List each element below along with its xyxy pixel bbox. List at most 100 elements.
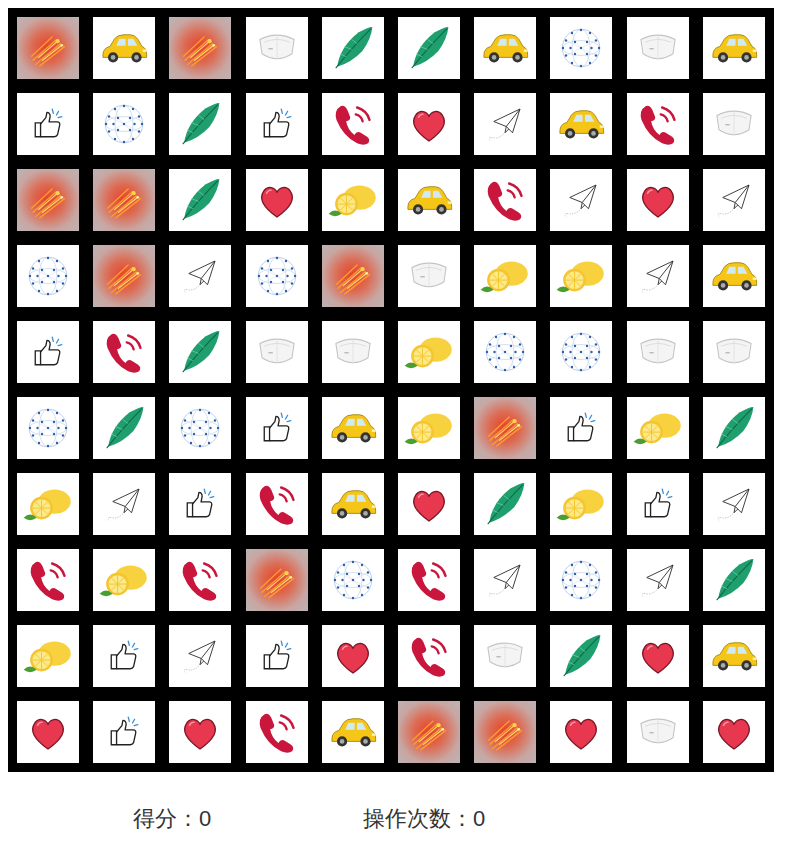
board-tile[interactable] bbox=[550, 245, 612, 307]
board-tile[interactable] bbox=[703, 245, 765, 307]
board-tile[interactable] bbox=[398, 93, 460, 155]
board-tile[interactable] bbox=[246, 549, 308, 611]
board-tile[interactable] bbox=[322, 473, 384, 535]
board-tile[interactable] bbox=[246, 169, 308, 231]
board-tile[interactable] bbox=[322, 549, 384, 611]
board-tile[interactable] bbox=[398, 321, 460, 383]
board-tile[interactable] bbox=[398, 245, 460, 307]
board-tile[interactable] bbox=[627, 701, 689, 763]
board-tile[interactable] bbox=[474, 397, 536, 459]
board-tile[interactable] bbox=[93, 17, 155, 79]
board-tile[interactable] bbox=[169, 397, 231, 459]
board-tile[interactable] bbox=[474, 549, 536, 611]
board-tile[interactable] bbox=[169, 169, 231, 231]
board-tile[interactable] bbox=[550, 549, 612, 611]
board-tile[interactable] bbox=[474, 701, 536, 763]
board-tile[interactable] bbox=[627, 397, 689, 459]
board-tile[interactable] bbox=[17, 169, 79, 231]
board-tile[interactable] bbox=[703, 625, 765, 687]
board-tile[interactable] bbox=[93, 93, 155, 155]
board-tile[interactable] bbox=[169, 93, 231, 155]
board-tile[interactable] bbox=[703, 549, 765, 611]
board-tile[interactable] bbox=[93, 549, 155, 611]
board-tile[interactable] bbox=[93, 397, 155, 459]
board-tile[interactable] bbox=[322, 701, 384, 763]
board-tile[interactable] bbox=[703, 93, 765, 155]
board-tile[interactable] bbox=[703, 321, 765, 383]
board-tile[interactable] bbox=[17, 245, 79, 307]
board-tile[interactable] bbox=[17, 473, 79, 535]
board-tile[interactable] bbox=[398, 701, 460, 763]
board-tile[interactable] bbox=[246, 701, 308, 763]
board-tile[interactable] bbox=[398, 169, 460, 231]
board-tile[interactable] bbox=[322, 397, 384, 459]
board-tile[interactable] bbox=[322, 625, 384, 687]
board-tile[interactable] bbox=[246, 93, 308, 155]
board-tile[interactable] bbox=[627, 625, 689, 687]
board-tile[interactable] bbox=[398, 473, 460, 535]
board-tile[interactable] bbox=[17, 17, 79, 79]
board-tile[interactable] bbox=[17, 701, 79, 763]
board-tile[interactable] bbox=[550, 701, 612, 763]
board-tile[interactable] bbox=[246, 625, 308, 687]
board-tile[interactable] bbox=[550, 625, 612, 687]
board-tile[interactable] bbox=[703, 701, 765, 763]
board-tile[interactable] bbox=[627, 321, 689, 383]
board-tile[interactable] bbox=[474, 17, 536, 79]
board-tile[interactable] bbox=[550, 17, 612, 79]
board-tile[interactable] bbox=[17, 93, 79, 155]
board-tile[interactable] bbox=[627, 549, 689, 611]
board-tile[interactable] bbox=[550, 321, 612, 383]
board-tile[interactable] bbox=[246, 245, 308, 307]
board-tile[interactable] bbox=[17, 625, 79, 687]
board-tile[interactable] bbox=[246, 397, 308, 459]
board-tile[interactable] bbox=[169, 245, 231, 307]
board-tile[interactable] bbox=[93, 245, 155, 307]
board-tile[interactable] bbox=[17, 549, 79, 611]
board-tile[interactable] bbox=[169, 549, 231, 611]
board-tile[interactable] bbox=[703, 397, 765, 459]
board-tile[interactable] bbox=[322, 169, 384, 231]
board-tile[interactable] bbox=[550, 397, 612, 459]
board-tile[interactable] bbox=[550, 93, 612, 155]
board-tile[interactable] bbox=[17, 397, 79, 459]
board-tile[interactable] bbox=[17, 321, 79, 383]
board-tile[interactable] bbox=[246, 321, 308, 383]
board-tile[interactable] bbox=[93, 473, 155, 535]
board-tile[interactable] bbox=[474, 473, 536, 535]
board-tile[interactable] bbox=[474, 625, 536, 687]
board-tile[interactable] bbox=[627, 169, 689, 231]
board-tile[interactable] bbox=[627, 93, 689, 155]
board-tile[interactable] bbox=[474, 321, 536, 383]
board-tile[interactable] bbox=[627, 245, 689, 307]
board-tile[interactable] bbox=[93, 701, 155, 763]
board-tile[interactable] bbox=[246, 17, 308, 79]
board-tile[interactable] bbox=[322, 321, 384, 383]
board-tile[interactable] bbox=[474, 169, 536, 231]
board-tile[interactable] bbox=[169, 17, 231, 79]
board-tile[interactable] bbox=[703, 473, 765, 535]
board-tile[interactable] bbox=[627, 473, 689, 535]
board-tile[interactable] bbox=[169, 321, 231, 383]
board-tile[interactable] bbox=[703, 169, 765, 231]
board-tile[interactable] bbox=[322, 17, 384, 79]
board-tile[interactable] bbox=[93, 169, 155, 231]
board-tile[interactable] bbox=[398, 625, 460, 687]
board-tile[interactable] bbox=[169, 473, 231, 535]
board-tile[interactable] bbox=[322, 93, 384, 155]
board-tile[interactable] bbox=[93, 625, 155, 687]
board-tile[interactable] bbox=[398, 17, 460, 79]
board-tile[interactable] bbox=[474, 245, 536, 307]
board-tile[interactable] bbox=[550, 169, 612, 231]
board-tile[interactable] bbox=[169, 625, 231, 687]
board-tile[interactable] bbox=[627, 17, 689, 79]
board-tile[interactable] bbox=[398, 397, 460, 459]
board-tile[interactable] bbox=[703, 17, 765, 79]
board-tile[interactable] bbox=[93, 321, 155, 383]
board-tile[interactable] bbox=[246, 473, 308, 535]
board-tile[interactable] bbox=[398, 549, 460, 611]
board-tile[interactable] bbox=[474, 93, 536, 155]
board-tile[interactable] bbox=[322, 245, 384, 307]
board-tile[interactable] bbox=[550, 473, 612, 535]
board-tile[interactable] bbox=[169, 701, 231, 763]
